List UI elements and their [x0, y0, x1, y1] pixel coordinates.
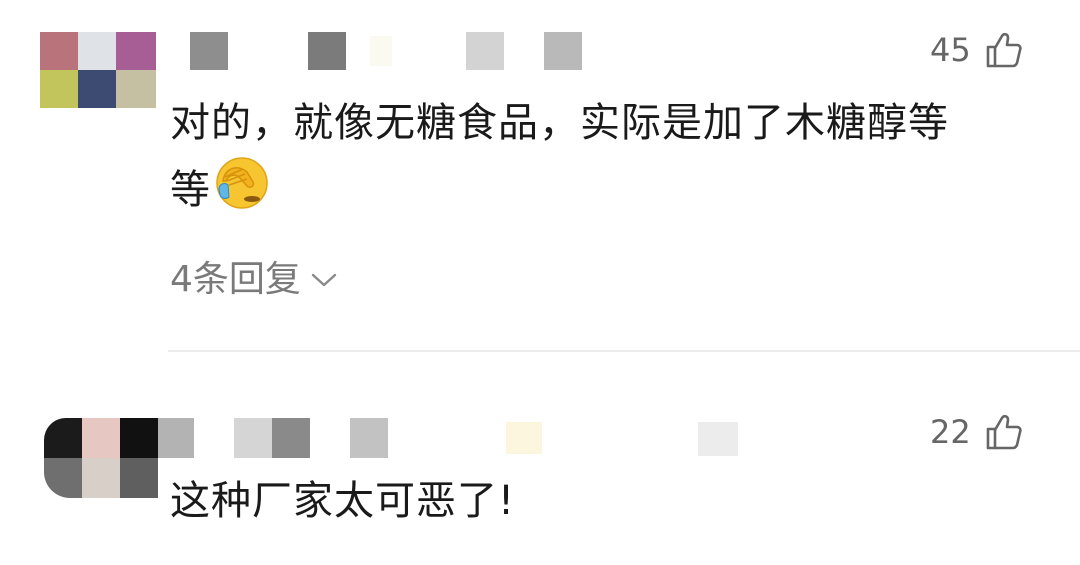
comment-text: 这种厂家太可恶了!: [170, 478, 516, 524]
like-count: 22: [930, 413, 971, 451]
avatar[interactable]: [44, 418, 158, 498]
facepalm-emoji-icon: [213, 154, 271, 230]
username-redacted[interactable]: [190, 32, 590, 72]
thumbs-up-icon: [985, 413, 1023, 451]
comment-text: 对的，就像无糖食品，实际是加了木糖醇等 等: [170, 92, 1050, 230]
comment-text-line-2: 等: [170, 154, 1050, 230]
like-button[interactable]: 45: [930, 30, 1023, 70]
like-button[interactable]: 22: [930, 412, 1023, 452]
thumbs-up-icon: [985, 31, 1023, 69]
comment-text-line-1: 对的，就像无糖食品，实际是加了木糖醇等: [170, 100, 949, 146]
like-count: 45: [930, 31, 971, 69]
comment-divider: [168, 350, 1080, 352]
avatar[interactable]: [40, 32, 156, 108]
chevron-down-icon: [311, 256, 337, 297]
username-redacted[interactable]: [158, 418, 758, 458]
view-replies-link[interactable]: 4条回复: [170, 250, 337, 302]
replies-label: 4条回复: [170, 259, 301, 300]
